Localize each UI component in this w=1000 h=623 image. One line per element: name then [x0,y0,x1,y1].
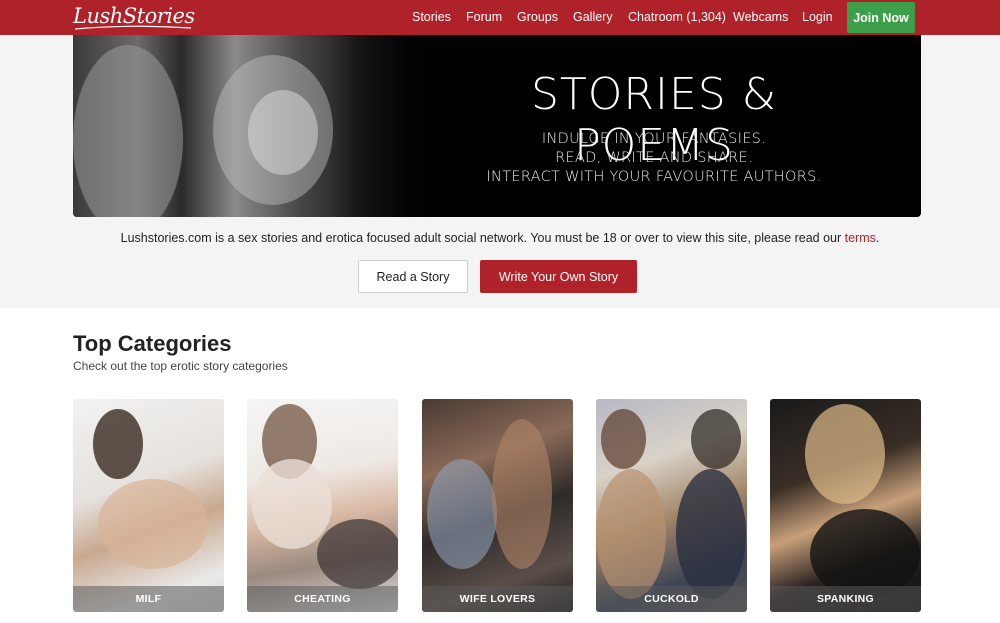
category-card-spanking[interactable]: SPANKING [770,399,921,612]
nav-gallery[interactable]: Gallery [573,10,613,24]
top-categories-subtitle: Check out the top erotic story categorie… [73,359,288,373]
write-story-button[interactable]: Write Your Own Story [480,260,637,293]
category-label: SPANKING [770,586,921,612]
category-label: MILF [73,586,224,612]
nav-webcams[interactable]: Webcams [733,10,788,24]
terms-link[interactable]: terms [845,231,876,245]
category-label: CUCKOLD [596,586,747,612]
nav-groups[interactable]: Groups [517,10,558,24]
nav-login[interactable]: Login [802,10,833,24]
category-card-wife-lovers[interactable]: WIFE LOVERS [422,399,573,612]
category-label: CHEATING [247,586,398,612]
nav-stories[interactable]: Stories [412,10,451,24]
nav-chatroom[interactable]: Chatroom (1,304) [628,10,726,24]
hero-banner: STORIES & POEMS INDULGE IN YOUR FANTASIE… [73,35,921,217]
top-categories-heading: Top Categories [73,331,232,356]
intro-text: Lushstories.com is a sex stories and ero… [120,231,880,245]
category-card-cheating[interactable]: CHEATING [247,399,398,612]
category-card-cuckold[interactable]: CUCKOLD [596,399,747,612]
category-label: WIFE LOVERS [422,586,573,612]
nav-forum[interactable]: Forum [466,10,502,24]
top-navbar: LushStories Stories Forum Groups Gallery… [0,0,1000,35]
read-story-button[interactable]: Read a Story [358,260,468,293]
banner-line-1: INDULGE IN YOUR FANTASIES. [541,131,767,147]
category-card-milf[interactable]: MILF [73,399,224,612]
banner-line-2: READ, WRITE AND SHARE. [555,150,753,166]
logo-swoosh-icon [74,25,192,30]
join-now-button[interactable]: Join Now [847,2,915,33]
banner-line-3: INTERACT WITH YOUR FAVOURITE AUTHORS. [486,169,822,185]
